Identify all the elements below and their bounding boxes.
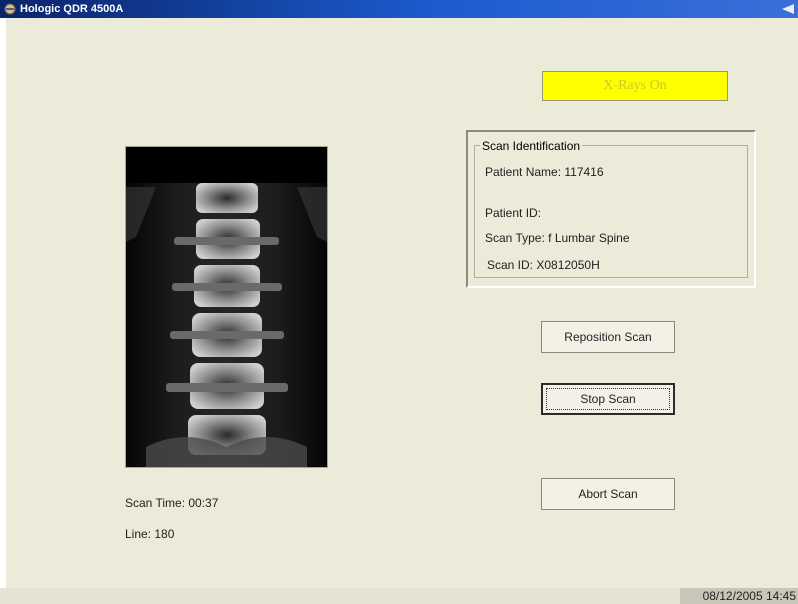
status-datetime: 08/12/2005 14:45 (680, 588, 798, 604)
patient-id: Patient ID: (485, 206, 542, 220)
scan-id: Scan ID: X0812050H (487, 258, 600, 272)
scan-line: Line: 180 (125, 527, 175, 541)
window-title: Hologic QDR 4500A (20, 3, 124, 15)
window-corner-icon (782, 4, 794, 14)
scan-identification-legend: Scan Identification (480, 139, 583, 153)
reposition-scan-button[interactable]: Reposition Scan (541, 321, 675, 353)
spine-scan-image (125, 146, 328, 468)
xray-status-indicator: X-Rays On (542, 71, 728, 101)
focus-indicator (546, 388, 670, 410)
app-icon (4, 3, 16, 15)
patient-name: Patient Name: 117416 (485, 165, 604, 179)
scan-time: Scan Time: 00:37 (125, 496, 219, 510)
stop-scan-button[interactable]: Stop Scan (541, 383, 675, 415)
abort-scan-button[interactable]: Abort Scan (541, 478, 675, 510)
status-bar (0, 588, 798, 604)
scan-type: Scan Type: f Lumbar Spine (485, 231, 630, 245)
title-bar[interactable]: Hologic QDR 4500A (0, 0, 798, 18)
